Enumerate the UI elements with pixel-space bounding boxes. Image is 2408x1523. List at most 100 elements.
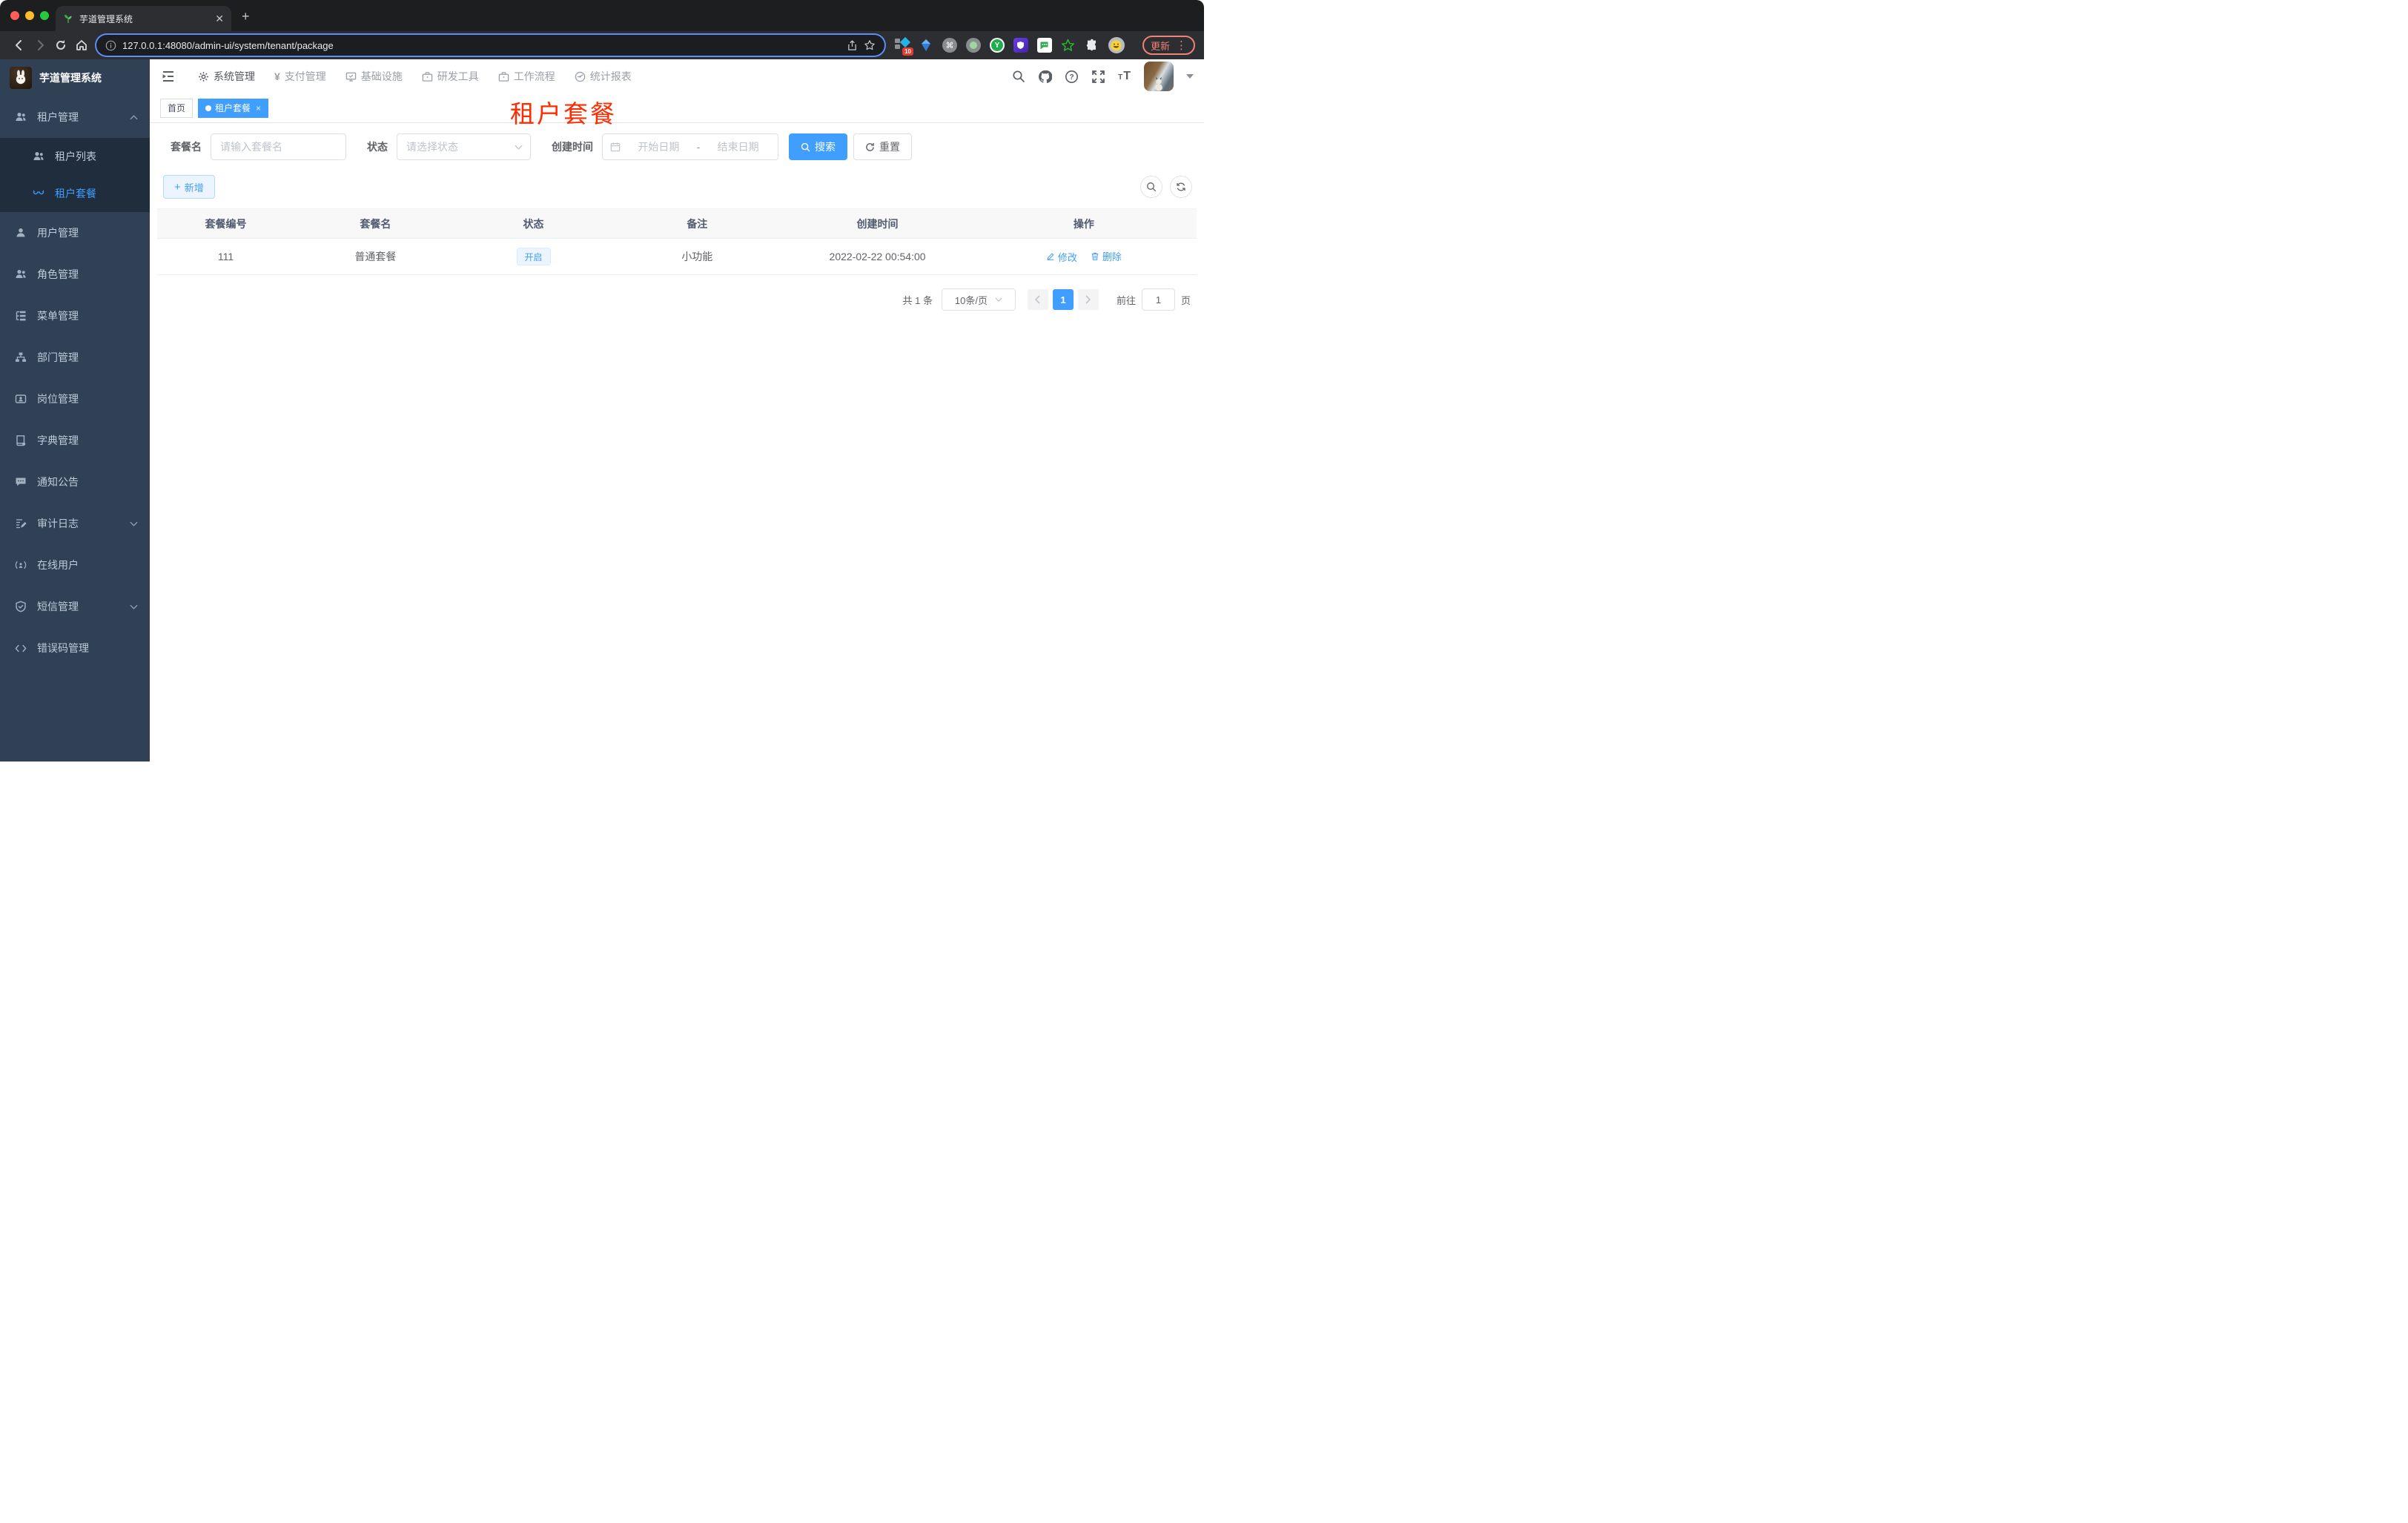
top-menu-infra[interactable]: 基础设施 [336, 59, 412, 93]
top-menu: 系统管理 ¥ 支付管理 基础设施 研发工具 工作流程 统计报表 [188, 59, 641, 93]
zoom-window-button[interactable] [40, 11, 49, 20]
sidebar-item-label: 租户套餐 [55, 188, 96, 199]
chevron-left-icon [1035, 295, 1041, 304]
sidebar-item-user-management[interactable]: 用户管理 [0, 212, 150, 254]
end-date-placeholder[interactable]: 结束日期 [706, 139, 770, 154]
cell-created-at: 2022-02-22 00:54:00 [784, 238, 971, 275]
sidebar-item-sms-management[interactable]: 短信管理 [0, 586, 150, 627]
bookmark-star-icon[interactable] [864, 39, 876, 51]
prev-page-button[interactable] [1027, 289, 1048, 310]
package-name-input[interactable] [211, 133, 346, 160]
browser-update-button[interactable]: 更新 ⋮ [1142, 36, 1195, 55]
top-menu-label: 研发工具 [437, 70, 479, 82]
cell-package-id: 111 [157, 238, 295, 275]
monitor-icon [345, 71, 357, 82]
shield-extension-icon[interactable] [1013, 38, 1028, 53]
refresh-icon [1177, 182, 1185, 191]
pagination: 共 1 条 10条/页 1 前往 页 [157, 288, 1197, 311]
avatar-caret-icon[interactable] [1186, 74, 1194, 79]
user-avatar[interactable] [1144, 62, 1174, 91]
refresh-table-button[interactable] [1170, 176, 1192, 198]
sidebar-item-tenant-list[interactable]: 租户列表 [0, 138, 150, 175]
site-info-icon[interactable] [105, 40, 116, 51]
sidebar-item-tenant-package[interactable]: 租户套餐 [0, 175, 150, 212]
edit-link[interactable]: 修改 [1046, 250, 1077, 264]
y-extension-icon[interactable]: Y [989, 38, 1005, 53]
add-button[interactable]: + 新增 [163, 175, 215, 199]
cell-actions: 修改 删除 [970, 238, 1197, 275]
font-size-icon[interactable]: TT [1118, 70, 1131, 83]
chat-extension-icon[interactable] [1036, 38, 1052, 53]
delete-link[interactable]: 删除 [1091, 249, 1122, 263]
sidebar-item-error-code[interactable]: 错误码管理 [0, 627, 150, 669]
share-icon[interactable] [847, 39, 858, 51]
top-menu-workflow[interactable]: 工作流程 [489, 59, 565, 93]
home-button[interactable] [71, 35, 92, 56]
page-number-1[interactable]: 1 [1052, 289, 1074, 310]
navbar-right: ? TT [1012, 62, 1194, 91]
top-menu-label: 系统管理 [214, 70, 255, 82]
sidebar-item-role-management[interactable]: 角色管理 [0, 254, 150, 295]
tag-home[interactable]: 首页 [160, 98, 194, 118]
col-header-created: 创建时间 [784, 208, 971, 239]
command-extension-icon[interactable]: ⌘ [942, 38, 957, 53]
github-icon[interactable] [1038, 70, 1053, 84]
recorder-extension-icon[interactable] [965, 38, 981, 53]
briefcase-icon [498, 71, 509, 82]
tab-manager-extension-icon[interactable]: 10 [894, 36, 913, 56]
puzzle-extensions-menu-icon[interactable] [1085, 38, 1099, 53]
tab-close-icon[interactable]: ✕ [215, 13, 224, 24]
sidebar-item-audit-log[interactable]: 审计日志 [0, 503, 150, 544]
browser-tab[interactable]: 芋道管理系统 ✕ [56, 6, 231, 31]
browser-toolbar: 127.0.0.1:48080/admin-ui/system/tenant/p… [0, 31, 1204, 59]
tag-close-icon[interactable]: × [256, 103, 261, 113]
profile-avatar-icon[interactable] [1108, 37, 1125, 53]
browser-window: 芋道管理系统 ✕ + 127.0.0.1:48080/admin-ui/syst… [0, 0, 1204, 762]
page-size-select[interactable]: 10条/页 [941, 288, 1016, 311]
browser-menu-icon[interactable]: ⋮ [1176, 39, 1187, 52]
sidebar-item-label: 菜单管理 [37, 310, 79, 322]
top-menu-dev-tools[interactable]: 研发工具 [412, 59, 489, 93]
star-extension-icon[interactable] [1061, 38, 1076, 53]
back-button[interactable] [9, 35, 30, 56]
top-menu-label: 统计报表 [589, 70, 632, 82]
close-window-button[interactable] [10, 11, 19, 20]
top-menu-report[interactable]: 统计报表 [565, 59, 641, 93]
search-form: 套餐名 状态 请选择状态 创建时间 开始日期 - 结束日期 [171, 133, 1197, 160]
sidebar-item-dept-management[interactable]: 部门管理 [0, 337, 150, 378]
sidebar-item-tenant-management[interactable]: 租户管理 [0, 96, 150, 138]
top-menu-system[interactable]: 系统管理 [188, 59, 265, 93]
top-menu-pay[interactable]: ¥ 支付管理 [265, 59, 336, 93]
sidebar-item-menu-management[interactable]: 菜单管理 [0, 295, 150, 337]
table-row: 111 普通套餐 开启 小功能 2022-02-22 00:54:00 修改 删… [157, 238, 1197, 275]
app-logo[interactable]: 芋道管理系统 [0, 59, 150, 96]
new-tab-button[interactable]: + [242, 10, 250, 23]
header-search-icon[interactable] [1012, 70, 1025, 83]
minimize-window-button[interactable] [25, 11, 34, 20]
forward-button[interactable] [30, 35, 50, 56]
address-bar[interactable]: 127.0.0.1:48080/admin-ui/system/tenant/p… [96, 35, 884, 56]
svg-text:?: ? [1070, 73, 1074, 82]
help-icon[interactable]: ? [1065, 70, 1079, 84]
start-date-placeholder[interactable]: 开始日期 [626, 139, 691, 154]
table-toolbar: + 新增 [163, 175, 1192, 199]
toggle-search-button[interactable] [1140, 176, 1162, 198]
reload-button[interactable] [50, 35, 71, 56]
sidebar-item-online-users[interactable]: 在线用户 [0, 544, 150, 586]
tag-tenant-package[interactable]: 租户套餐 × [198, 98, 269, 118]
next-page-button[interactable] [1077, 289, 1099, 310]
sidebar-item-post-management[interactable]: 岗位管理 [0, 378, 150, 420]
fullscreen-icon[interactable] [1091, 70, 1105, 84]
status-select[interactable]: 请选择状态 [397, 133, 531, 160]
date-range-picker[interactable]: 开始日期 - 结束日期 [602, 133, 778, 160]
sidebar-item-label: 角色管理 [37, 268, 79, 280]
reset-button[interactable]: 重置 [853, 133, 912, 160]
sidebar-item-label: 用户管理 [37, 227, 79, 239]
sidebar-item-dict-management[interactable]: 字典管理 [0, 420, 150, 461]
sidebar-fold-icon[interactable] [160, 68, 176, 85]
goto-page-input[interactable] [1141, 288, 1175, 311]
gem-extension-icon[interactable] [919, 38, 933, 53]
search-button[interactable]: 搜索 [789, 133, 847, 160]
select-placeholder: 请选择状态 [406, 141, 458, 153]
sidebar-item-notice[interactable]: 通知公告 [0, 461, 150, 503]
